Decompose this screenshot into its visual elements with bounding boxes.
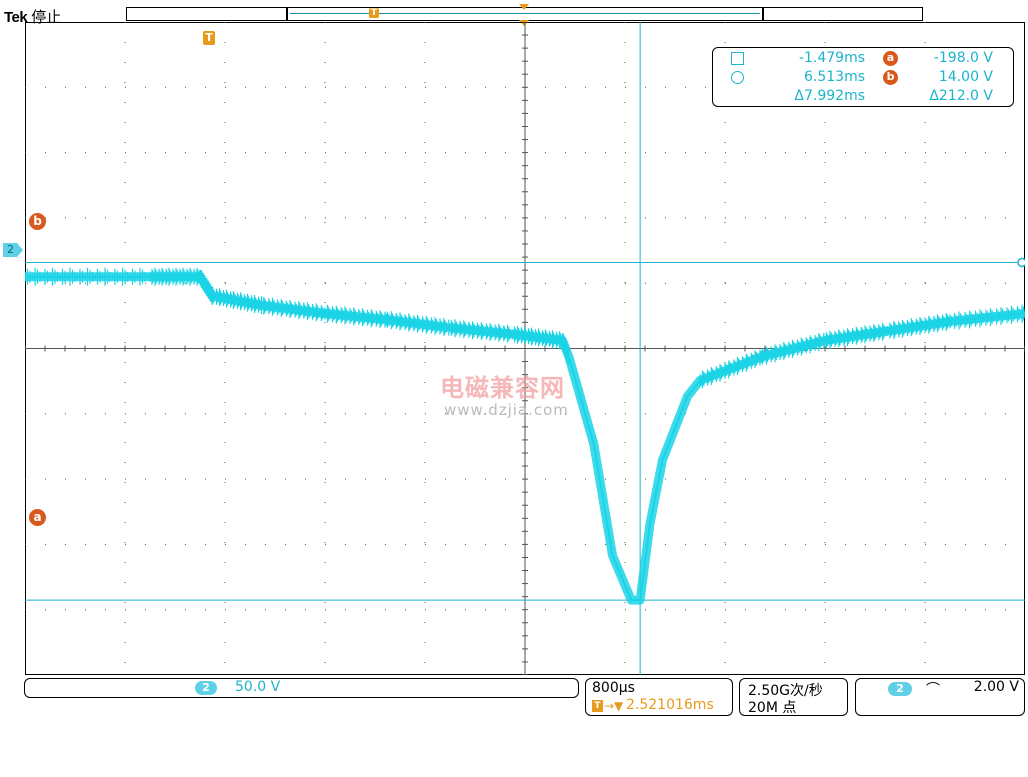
circle-icon (731, 71, 744, 84)
cursor-a-badge[interactable]: a (29, 509, 46, 526)
timebase-readout[interactable]: 800µs T →▼ 2.521016ms (585, 678, 733, 716)
trigger-source-badge: 2 (888, 682, 912, 696)
delay-arrow-icon: →▼ (604, 699, 624, 713)
cursor-b-badge[interactable]: b (29, 213, 46, 230)
square-icon (731, 52, 744, 65)
trigger-icon: T (592, 700, 603, 712)
horizontal-scale: 800µs (592, 680, 635, 696)
record-window-line (290, 13, 760, 14)
delta-voltage: Δ212.0 V (929, 88, 993, 104)
trigger-level: 2.00 V (973, 679, 1019, 695)
cursor-delta-row: Δ7.992ms Δ212.0 V (713, 88, 1013, 106)
waveform-display[interactable] (25, 22, 1025, 675)
channel-2-ground-marker[interactable]: 2 (3, 243, 23, 257)
trigger-readout[interactable]: 2 ⌒ 2.00 V (855, 678, 1025, 716)
channel-2-badge: 2 (195, 681, 217, 695)
record-length: 20M 点 (748, 700, 797, 716)
cursor-b-row: 6.513ms b 14.00 V (713, 69, 1013, 87)
watermark-url: www.dzjia.com (444, 401, 569, 419)
graticule-grid (25, 22, 1025, 675)
cursor-a-readout-badge: a (883, 51, 898, 66)
tek-logo: Tek (4, 9, 28, 26)
cursor-a-voltage: -198.0 V (933, 50, 993, 66)
record-trigger-icon: T (369, 8, 379, 18)
cursor-b-time: 6.513ms (803, 69, 865, 85)
cursor-b-readout-badge: b (883, 70, 898, 85)
cursor-a-row: -1.479ms a -198.0 V (713, 50, 1013, 68)
acquisition-readout[interactable]: 2.50G次/秒 20M 点 (739, 678, 848, 716)
cursor-readout-panel: -1.479ms a -198.0 V 6.513ms b 14.00 V Δ7… (712, 47, 1014, 107)
trigger-position-icon[interactable]: T (203, 31, 215, 45)
delta-time: Δ7.992ms (794, 88, 865, 104)
channel-readout[interactable]: 2 50.0 V (24, 678, 579, 698)
channel-2-scale: 50.0 V (235, 679, 281, 695)
cursor-b-voltage: 14.00 V (938, 69, 993, 85)
cursor-b-end-icon (1017, 257, 1025, 268)
record-center-arrow-icon (519, 4, 529, 10)
cursor-a-time: -1.479ms (798, 50, 865, 66)
horizontal-delay: 2.521016ms (626, 697, 714, 713)
falling-edge-icon: ⌒ (926, 682, 940, 698)
watermark-chinese: 电磁兼容网 (440, 374, 565, 402)
